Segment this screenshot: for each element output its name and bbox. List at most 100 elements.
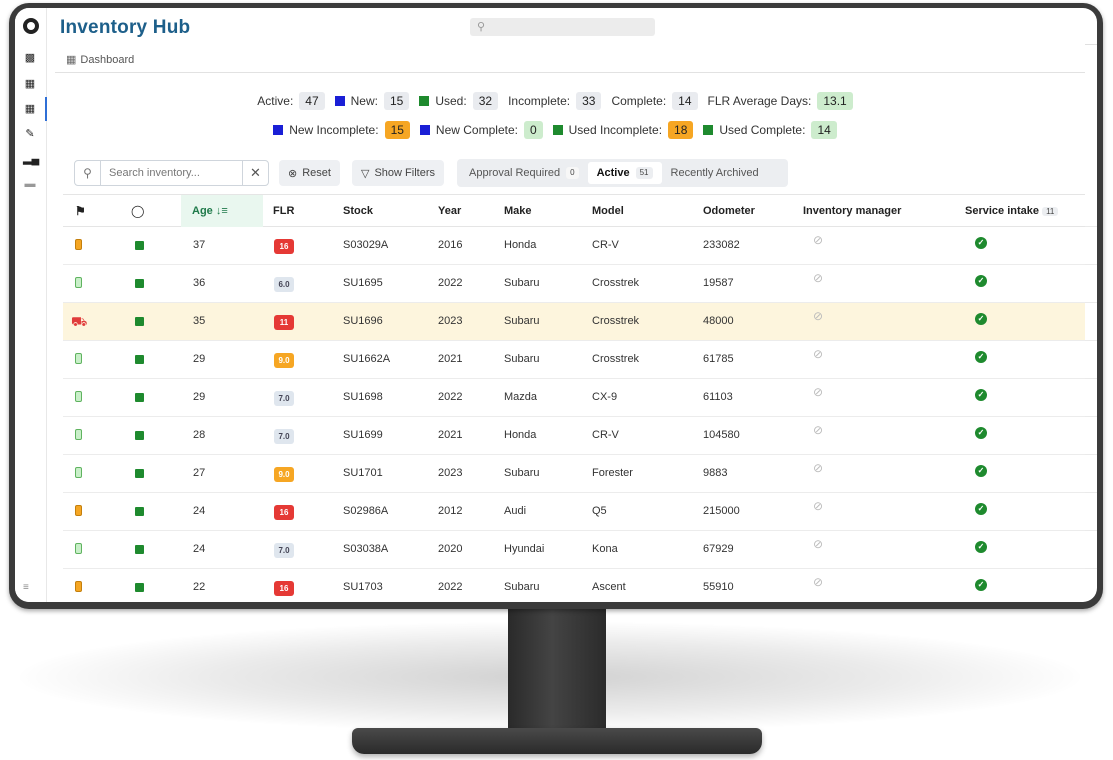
calendar-icon[interactable]: ▦ (23, 78, 37, 90)
table-row[interactable]: 247.0S03038A2020HyundaiKona67929⊘✓ (63, 531, 1085, 569)
unassigned-icon[interactable]: ⊘ (813, 385, 823, 399)
cell-age: 36 (193, 265, 205, 302)
cell-stock[interactable]: S03038A (343, 531, 388, 568)
cell-make: Subaru (504, 303, 539, 340)
column-inventory-manager[interactable]: Inventory manager (803, 195, 901, 227)
cell-age: 35 (193, 303, 205, 340)
stat-incomplete: Incomplete: 33 (508, 92, 601, 110)
status-indicator (75, 353, 82, 364)
used-tag-square (135, 431, 144, 440)
cell-model: Forester (592, 455, 633, 492)
used-tag-square (135, 317, 144, 326)
cell-age: 22 (193, 569, 205, 602)
cell-stock[interactable]: SU1662A (343, 341, 390, 378)
check-circle-icon[interactable]: ✓ (975, 351, 987, 363)
status-indicator (75, 581, 82, 592)
search-input[interactable]: Search inventory... (101, 167, 242, 179)
cell-stock[interactable]: S03029A (343, 227, 388, 264)
unassigned-icon[interactable]: ⊘ (813, 423, 823, 437)
unassigned-icon[interactable]: ⊘ (813, 233, 823, 247)
search-icon: ⚲ (477, 20, 485, 33)
monitor-stand-neck (508, 604, 606, 736)
cell-odometer: 9883 (703, 455, 727, 492)
flag-icon[interactable]: ⚑ (75, 195, 86, 227)
cell-make: Subaru (504, 455, 539, 492)
stat-value: 14 (672, 92, 697, 110)
cell-make: Mazda (504, 379, 537, 416)
truck-icon: ⛟ (71, 303, 87, 340)
unassigned-icon[interactable]: ⊘ (813, 347, 823, 361)
cell-make: Subaru (504, 265, 539, 302)
check-circle-icon[interactable]: ✓ (975, 275, 987, 287)
cell-stock[interactable]: S02986A (343, 493, 388, 530)
unassigned-icon[interactable]: ⊘ (813, 537, 823, 551)
table-row[interactable]: 299.0SU1662A2021SubaruCrosstrek61785⊘✓ (63, 341, 1085, 379)
flr-badge: 16 (274, 505, 294, 520)
table-row[interactable]: 3716S03029A2016HondaCR-V233082⊘✓ (63, 227, 1085, 265)
search-icon: ⚲ (75, 161, 101, 185)
breadcrumb-dashboard: Dashboard (80, 54, 134, 66)
column-flr[interactable]: FLR (273, 195, 294, 227)
table-row[interactable]: 297.0SU16982022MazdaCX-961103⊘✓ (63, 379, 1085, 417)
unassigned-icon[interactable]: ⊘ (813, 461, 823, 475)
clear-search-icon[interactable]: ✕ (242, 161, 268, 185)
card-icon[interactable]: ▬ (23, 178, 37, 190)
table-row[interactable]: ⛟3511SU16962023SubaruCrosstrek48000⊘✓ (63, 303, 1085, 341)
unassigned-icon[interactable]: ⊘ (813, 271, 823, 285)
column-age[interactable]: Age ↓≡ (181, 195, 263, 227)
check-circle-icon[interactable]: ✓ (975, 579, 987, 591)
cell-model: CX-9 (592, 379, 617, 416)
check-circle-icon[interactable]: ✓ (975, 503, 987, 515)
logo-gear-icon[interactable] (23, 18, 39, 34)
flr-badge: 7.0 (274, 391, 294, 406)
stat-value: 14 (811, 121, 836, 139)
table-row[interactable]: 2416S02986A2012AudiQ5215000⊘✓ (63, 493, 1085, 531)
show-filters-button[interactable]: ▽ Show Filters (352, 160, 444, 186)
unassigned-icon[interactable]: ⊘ (813, 499, 823, 513)
settings-sliders-icon[interactable]: ≡ (23, 582, 37, 594)
used-tag-square (135, 583, 144, 592)
tag-icon[interactable]: ◯ (131, 195, 144, 227)
column-make[interactable]: Make (504, 195, 532, 227)
tab-count: 51 (636, 167, 653, 179)
check-circle-icon[interactable]: ✓ (975, 427, 987, 439)
filter-icon: ▽ (361, 167, 369, 180)
cell-stock[interactable]: SU1698 (343, 379, 383, 416)
cell-age: 24 (193, 531, 205, 568)
check-circle-icon[interactable]: ✓ (975, 465, 987, 477)
cell-stock[interactable]: SU1699 (343, 417, 383, 454)
cell-stock[interactable]: SU1703 (343, 569, 383, 602)
inventory-search[interactable]: ⚲ Search inventory... ✕ (74, 160, 269, 186)
bar-chart-icon[interactable]: ▂▄ (23, 153, 37, 165)
check-circle-icon[interactable]: ✓ (975, 389, 987, 401)
unassigned-icon[interactable]: ⊘ (813, 309, 823, 323)
breadcrumb[interactable]: ▦Dashboard (66, 53, 134, 66)
car-icon[interactable]: ▩ (23, 52, 37, 64)
cell-stock[interactable]: SU1701 (343, 455, 383, 492)
tab-approval-required[interactable]: Approval Required 0 (460, 162, 588, 184)
column-model[interactable]: Model (592, 195, 624, 227)
column-year[interactable]: Year (438, 195, 461, 227)
cell-odometer: 61785 (703, 341, 734, 378)
tab-active[interactable]: Active 51 (588, 162, 662, 184)
column-stock[interactable]: Stock (343, 195, 373, 227)
table-row[interactable]: 2216SU17032022SubaruAscent55910⊘✓ (63, 569, 1085, 602)
column-service-intake[interactable]: Service intake 11 (965, 195, 1058, 227)
column-odometer[interactable]: Odometer (703, 195, 755, 227)
check-circle-icon[interactable]: ✓ (975, 541, 987, 553)
cell-stock[interactable]: SU1696 (343, 303, 383, 340)
used-tag-square (135, 279, 144, 288)
check-circle-icon[interactable]: ✓ (975, 237, 987, 249)
reset-button[interactable]: ⊗ Reset (279, 160, 340, 186)
check-circle-icon[interactable]: ✓ (975, 313, 987, 325)
global-search-input[interactable]: ⚲ (470, 18, 655, 36)
reset-icon: ⊗ (288, 167, 297, 180)
table-row[interactable]: 279.0SU17012023SubaruForester9883⊘✓ (63, 455, 1085, 493)
table-row[interactable]: 287.0SU16992021HondaCR-V104580⊘✓ (63, 417, 1085, 455)
unassigned-icon[interactable]: ⊘ (813, 575, 823, 589)
cell-stock[interactable]: SU1695 (343, 265, 383, 302)
new-legend-square (273, 125, 283, 135)
tab-recently-archived[interactable]: Recently Archived (662, 162, 768, 184)
table-row[interactable]: 366.0SU16952022SubaruCrosstrek19587⊘✓ (63, 265, 1085, 303)
flr-badge: 7.0 (274, 429, 294, 444)
